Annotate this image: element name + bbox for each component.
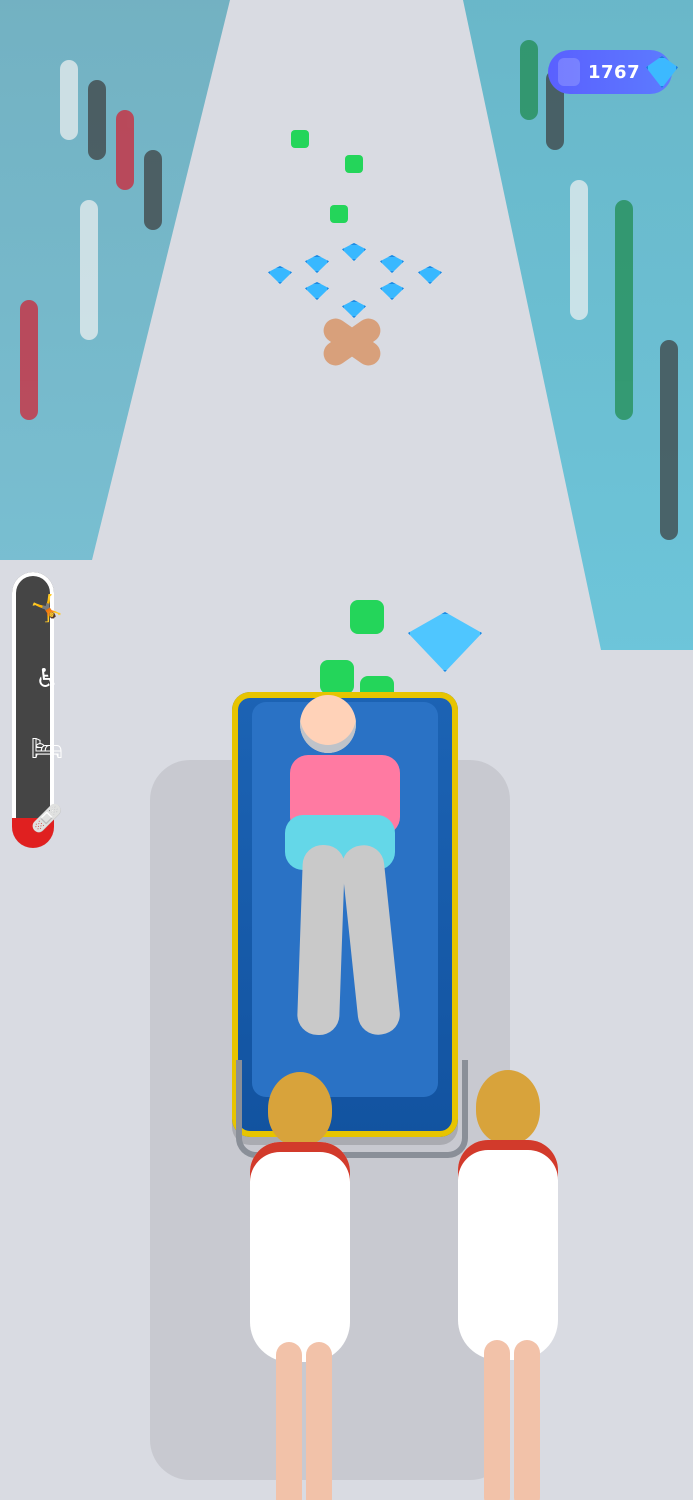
nurse-right bbox=[448, 1070, 568, 1500]
thumbs-up-pickup bbox=[291, 130, 309, 148]
patient-head bbox=[300, 695, 356, 753]
right-wall bbox=[463, 0, 693, 650]
gem-pickup bbox=[305, 282, 329, 300]
stretcher-icon: 🩹 bbox=[30, 804, 64, 834]
gem-pickup bbox=[380, 282, 404, 300]
nurse-left bbox=[240, 1072, 360, 1500]
gem-count: 1767 bbox=[588, 61, 641, 83]
gem-counter-badge bbox=[558, 58, 580, 86]
nurse-dress bbox=[250, 1142, 350, 1362]
thumbs-up-pickup bbox=[330, 205, 348, 223]
nurse-leg bbox=[484, 1340, 510, 1500]
nurse-leg bbox=[276, 1342, 302, 1500]
thumbs-up-pickup bbox=[345, 155, 363, 173]
gem-pickup bbox=[380, 255, 404, 273]
gem-pickup-large bbox=[408, 612, 482, 672]
gem-pickup bbox=[268, 266, 292, 284]
injury-stage-icons: 🤸 ♿ 🛏 🩹 bbox=[20, 590, 80, 834]
left-wall bbox=[0, 0, 230, 560]
nurse-head bbox=[268, 1072, 332, 1146]
nurse-dress bbox=[458, 1140, 558, 1360]
wheelchair-icon: ♿ bbox=[35, 664, 59, 694]
gem-counter: 1767 bbox=[548, 50, 678, 94]
gem-pickup bbox=[305, 255, 329, 273]
nurse-head bbox=[476, 1070, 540, 1144]
gem-pickup bbox=[418, 266, 442, 284]
game-scene bbox=[0, 0, 693, 1500]
thumbs-up-pickup bbox=[350, 600, 384, 634]
nurse-leg bbox=[306, 1342, 332, 1500]
thumbs-up-pickup bbox=[320, 660, 354, 694]
patient-leg-cast-left bbox=[296, 844, 346, 1036]
injured-person-icon: 🛏 bbox=[30, 734, 64, 764]
gem-pickup bbox=[342, 243, 366, 261]
falling-person-icon: 🤸 bbox=[30, 594, 64, 624]
nurse-leg bbox=[514, 1340, 540, 1500]
gem-pickup bbox=[342, 300, 366, 318]
